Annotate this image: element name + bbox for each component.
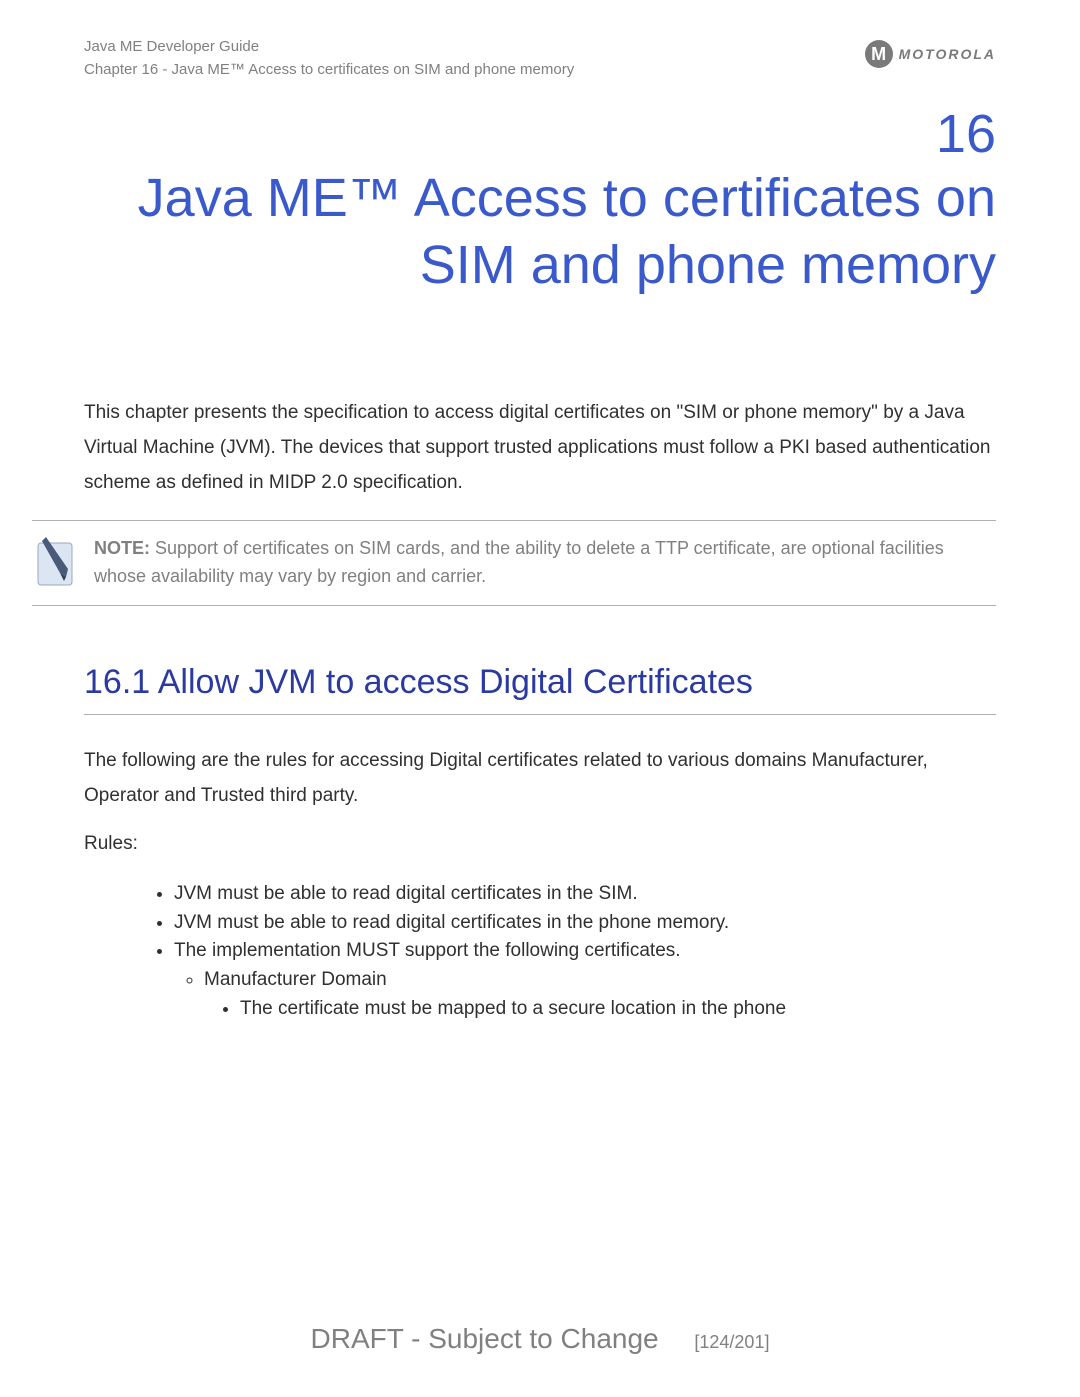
- section-heading: 16.1 Allow JVM to access Digital Certifi…: [84, 660, 996, 715]
- chapter-breadcrumb: Chapter 16 - Java ME™ Access to certific…: [84, 59, 574, 82]
- brand-logo: M MOTOROLA: [865, 40, 996, 68]
- list-item: Manufacturer Domain The certificate must…: [204, 967, 996, 1022]
- sub-list: Manufacturer Domain The certificate must…: [204, 967, 996, 1022]
- list-item: The implementation MUST support the foll…: [174, 938, 996, 1022]
- brand-text: MOTOROLA: [899, 46, 996, 62]
- note-text: NOTE: Support of certificates on SIM car…: [94, 535, 996, 591]
- motorola-icon: M: [865, 40, 893, 68]
- list-item: JVM must be able to read digital certifi…: [174, 881, 996, 908]
- intro-paragraph: This chapter presents the specification …: [84, 395, 996, 500]
- note-label: NOTE:: [94, 538, 150, 558]
- note-body: Support of certificates on SIM cards, an…: [94, 538, 944, 586]
- chapter-number: 16: [84, 103, 996, 165]
- rules-label: Rules:: [84, 833, 996, 855]
- subsub-list: The certificate must be mapped to a secu…: [240, 996, 996, 1023]
- note-block: NOTE: Support of certificates on SIM car…: [32, 520, 996, 606]
- list-item: The certificate must be mapped to a secu…: [240, 996, 996, 1023]
- page-number: [124/201]: [694, 1332, 769, 1352]
- page-header: Java ME Developer Guide Chapter 16 - Jav…: [84, 36, 996, 81]
- section-lead: The following are the rules for accessin…: [84, 743, 996, 813]
- guide-title: Java ME Developer Guide: [84, 36, 574, 59]
- list-item: JVM must be able to read digital certifi…: [174, 910, 996, 937]
- header-text-block: Java ME Developer Guide Chapter 16 - Jav…: [84, 36, 574, 81]
- note-pencil-icon: [32, 535, 76, 589]
- page-footer: DRAFT - Subject to Change [124/201]: [0, 1323, 1080, 1355]
- draft-status: DRAFT - Subject to Change: [311, 1323, 659, 1354]
- rules-list: JVM must be able to read digital certifi…: [174, 881, 996, 1022]
- chapter-title: Java ME™ Access to certificates on SIM a…: [84, 165, 996, 299]
